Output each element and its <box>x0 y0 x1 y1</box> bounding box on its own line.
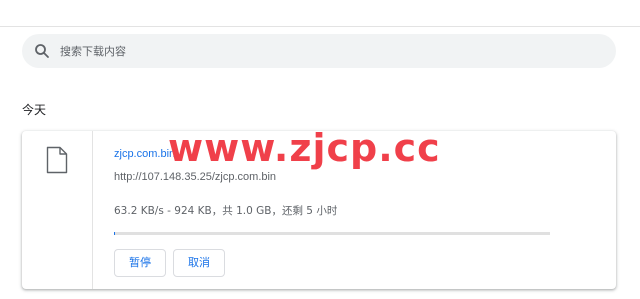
download-status: 63.2 KB/s - 924 KB，共 1.0 GB，还剩 5 小时 <box>114 205 338 217</box>
search-input[interactable] <box>60 34 600 68</box>
file-name-link[interactable]: zjcp.com.bin <box>114 148 175 160</box>
file-source-url: http://107.148.35.25/zjcp.com.bin <box>114 171 277 183</box>
downloads-page: 今天 zjcp.com.bin http://107.148.35.25/zjc… <box>0 0 640 299</box>
pause-button[interactable]: 暂停 <box>114 249 166 277</box>
file-icon-column <box>22 131 93 289</box>
download-progress-bar <box>114 232 550 235</box>
file-icon <box>46 146 68 174</box>
top-divider <box>0 26 640 27</box>
date-heading: 今天 <box>22 103 47 117</box>
search-bar[interactable] <box>22 34 616 68</box>
search-icon <box>34 43 50 59</box>
download-item-card: zjcp.com.bin http://107.148.35.25/zjcp.c… <box>22 131 616 289</box>
cancel-button[interactable]: 取消 <box>173 249 225 277</box>
